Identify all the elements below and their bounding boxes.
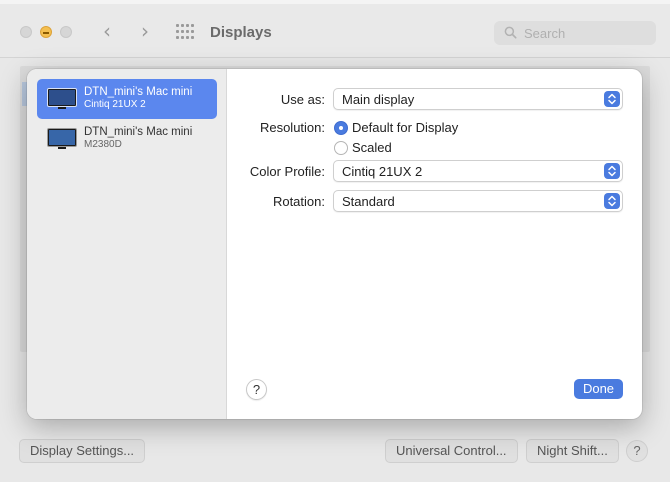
resolution-label: Resolution: (259, 120, 325, 135)
window-title: Displays (210, 24, 272, 41)
done-button[interactable]: Done (574, 379, 623, 399)
radio-unselected-icon (334, 141, 348, 155)
display-model: Cintiq 21UX 2 (84, 99, 146, 110)
search-placeholder: Search (524, 26, 566, 41)
popup-arrows-icon (604, 91, 620, 107)
window-help-button[interactable]: ? (626, 440, 648, 462)
display-settings-sheet: DTN_mini's Mac mini Cintiq 21UX 2 DTN_mi… (27, 69, 642, 419)
radio-selected-icon (334, 121, 348, 135)
chevron-left-icon[interactable]: ‹ (96, 20, 118, 42)
rotation-popup[interactable]: Standard (333, 190, 623, 212)
search-icon (504, 26, 517, 39)
use-as-value: Main display (342, 92, 415, 107)
zoom-window-button[interactable] (60, 26, 72, 38)
chevron-right-icon[interactable]: › (134, 20, 156, 42)
close-window-button[interactable] (20, 26, 32, 38)
popup-arrows-icon (604, 163, 620, 179)
monitor-icon (47, 128, 77, 149)
color-profile-label: Color Profile: (249, 164, 325, 179)
minimize-window-button[interactable] (40, 26, 52, 38)
monitor-icon (47, 88, 77, 109)
color-profile-value: Cintiq 21UX 2 (342, 164, 423, 179)
display-list-item-m2380d[interactable]: DTN_mini's Mac mini M2380D (37, 119, 217, 159)
display-name: DTN_mini's Mac mini (84, 126, 193, 138)
system-preferences-window: ‹ › Displays Search Display Settings... … (0, 0, 670, 482)
display-name: DTN_mini's Mac mini (84, 86, 193, 98)
resolution-default-label: Default for Display (352, 120, 459, 135)
use-as-popup[interactable]: Main display (333, 88, 623, 110)
universal-control-button[interactable]: Universal Control... (385, 439, 518, 463)
displays-sidebar: DTN_mini's Mac mini Cintiq 21UX 2 DTN_mi… (27, 69, 227, 419)
use-as-label: Use as: (280, 92, 325, 107)
display-model: M2380D (84, 139, 122, 150)
show-all-grid-icon[interactable] (176, 24, 194, 40)
display-list-item-cintiq[interactable]: DTN_mini's Mac mini Cintiq 21UX 2 (37, 79, 217, 119)
display-settings-button[interactable]: Display Settings... (19, 439, 146, 463)
rotation-label: Rotation: (272, 194, 325, 209)
sheet-help-button[interactable]: ? (246, 379, 267, 400)
titlebar: ‹ › Displays Search (0, 4, 670, 58)
color-profile-popup[interactable]: Cintiq 21UX 2 (333, 160, 623, 182)
night-shift-button[interactable]: Night Shift... (526, 439, 619, 463)
search-field[interactable]: Search (494, 21, 656, 45)
popup-arrows-icon (604, 193, 620, 209)
resolution-scaled-label: Scaled (352, 140, 392, 155)
rotation-value: Standard (342, 194, 395, 209)
